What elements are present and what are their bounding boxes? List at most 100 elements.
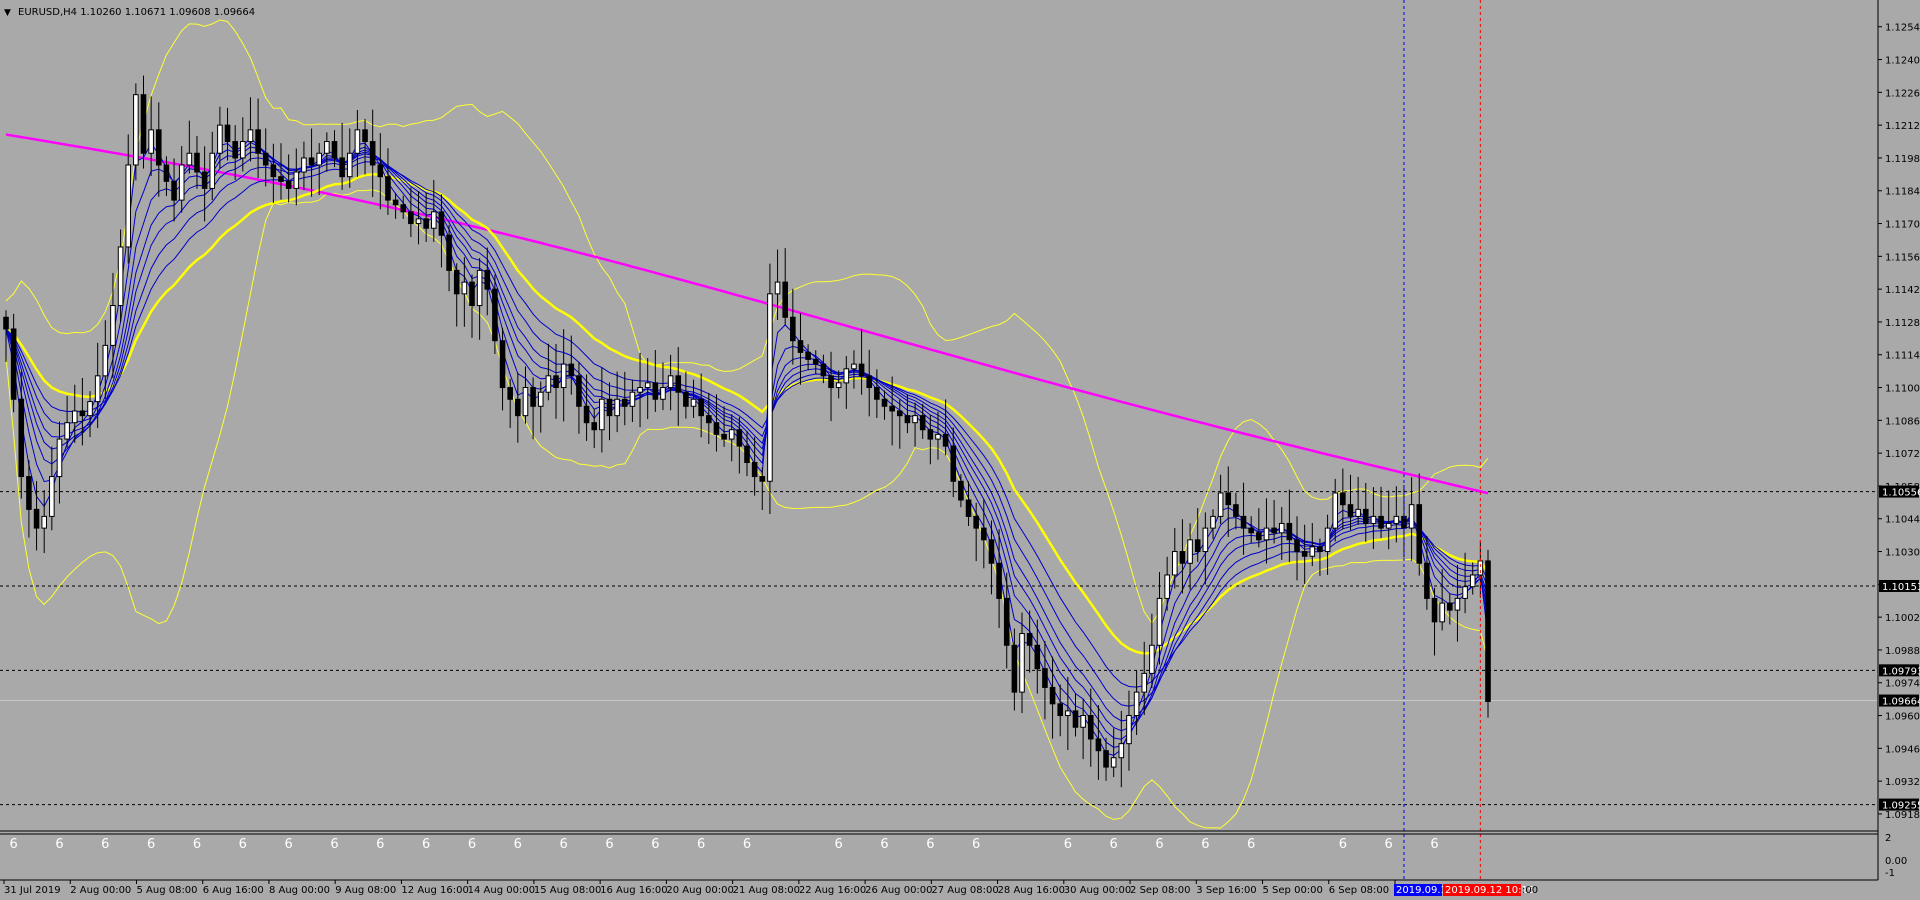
candle-body (1133, 691, 1140, 717)
subwindow-scale-label: 0.00 (1885, 856, 1907, 867)
candle-body (1362, 508, 1369, 524)
price-tag-label: 1.10556 (1882, 488, 1920, 499)
candle-body (1034, 644, 1041, 670)
candle-body (18, 398, 25, 478)
candle-body (392, 199, 399, 206)
price-tick-label: 1.10020 (1885, 613, 1920, 624)
candle-body (1011, 644, 1018, 693)
candle-body (927, 429, 934, 440)
candle-body (675, 375, 682, 393)
candle-body (415, 218, 422, 225)
chart-title: EURUSD,H4 1.10260 1.10671 1.09608 1.0966… (18, 7, 255, 18)
time-tick-label: 12 Aug 16:00 (401, 885, 468, 896)
candle-body (1042, 668, 1048, 688)
candle-body (3, 316, 9, 330)
price-tick-label: 1.11840 (1885, 187, 1920, 198)
candle-body (301, 157, 307, 173)
candle-body (782, 281, 788, 318)
candle-body (499, 340, 506, 389)
fan-ema-line (5, 161, 1489, 688)
time-tick-label: 5 Sep 00:00 (1263, 885, 1323, 896)
price-tick-label: 1.11560 (1885, 252, 1920, 263)
collapse-arrow-icon[interactable]: ▼ (4, 8, 11, 18)
subwindow-marker: 6 (376, 837, 384, 852)
subwindow-marker: 6 (972, 837, 980, 852)
candle-body (706, 415, 712, 424)
candle-body (41, 515, 47, 529)
candle-body (568, 363, 575, 377)
candle-body (744, 445, 750, 464)
price-tick-label: 1.09180 (1885, 810, 1920, 821)
candle-body (858, 363, 865, 377)
candle-body (316, 152, 322, 166)
candle-body (79, 410, 86, 417)
candle-body (1080, 715, 1086, 728)
candle-body (537, 391, 544, 407)
candle-body (71, 410, 78, 424)
candle-body (461, 281, 468, 295)
candle-body (866, 375, 873, 389)
candle-body (1019, 633, 1025, 693)
candle-body (1385, 522, 1392, 529)
candle-body (583, 405, 590, 424)
time-scale[interactable]: 31 Jul 2019 2 Aug 00:00 5 Aug 08:00 6 Aug 1… (3, 880, 1538, 896)
candle-body (110, 305, 116, 346)
subwindow-marker: 6 (1339, 837, 1347, 852)
candle-body (1278, 522, 1285, 534)
candle-body (1126, 715, 1132, 745)
candle-body (828, 375, 834, 389)
price-tick-label: 1.10720 (1885, 449, 1920, 460)
price-tag-label: 1.09255 (1882, 801, 1920, 812)
candle-body (1072, 710, 1079, 728)
candle-body (423, 218, 429, 229)
subwindow-marker: 6 (422, 837, 430, 852)
candle-body (958, 480, 964, 501)
price-tick-label: 1.09880 (1885, 646, 1920, 657)
candle-body (1447, 602, 1453, 611)
candle-body (492, 288, 498, 342)
time-tick-label: 30 Aug 00:00 (1064, 885, 1131, 896)
subwindow-marker: 6 (1155, 837, 1163, 852)
candle-body (881, 398, 888, 407)
candle-body (10, 328, 17, 400)
candle-body (148, 129, 154, 154)
slow-ma-line (5, 173, 1490, 655)
candle-body (331, 141, 338, 159)
candle-body (1172, 551, 1178, 576)
time-tick-label: 26 Aug 00:00 (865, 885, 932, 896)
price-tick-label: 1.09320 (1885, 777, 1920, 788)
candle-body (201, 171, 208, 189)
candle-body (163, 164, 170, 182)
price-chart[interactable]: ▼ EURUSD,H4 1.10260 1.10671 1.09608 1.09… (0, 0, 1920, 900)
candle-body (1462, 586, 1468, 599)
candle-body (851, 363, 857, 370)
time-tick-label: 8 Aug 00:00 (269, 885, 330, 896)
candle-body (1256, 532, 1262, 541)
candle-body (767, 293, 773, 482)
candle-body (240, 141, 246, 159)
indicator-subwindow: 6 6 6 6 6 6 6 6 6 6 6 6 6 6 6 6 6 6 6 6 6 6 6 6 6 6 6 6 6 2 0.00-1 (9, 833, 1907, 879)
level-lines (0, 491, 1878, 806)
subwindow-marker: 6 (1201, 837, 1209, 852)
candle-body (194, 152, 200, 173)
candle-body (1317, 546, 1323, 553)
price-tick-label: 1.10860 (1885, 416, 1920, 427)
candle-body (874, 387, 880, 400)
subwindow-marker: 6 (926, 837, 934, 852)
candle-body (140, 94, 147, 154)
candle-body (408, 211, 414, 225)
candle-body (553, 375, 559, 389)
subwindow-scale-label: -1 (1885, 868, 1895, 879)
candle-body (1378, 515, 1384, 529)
time-tick-label: 5 Aug 08:00 (136, 885, 197, 896)
time-tick-label: 3 Sep 16:00 (1196, 885, 1256, 896)
candle-body (1332, 492, 1339, 529)
candle-body (1347, 504, 1354, 517)
subwindow-marker: 6 (651, 837, 659, 852)
candle-body (484, 269, 491, 290)
candle-body (362, 129, 368, 143)
candle-body (774, 281, 781, 295)
candle-body (247, 129, 254, 143)
candle-body (354, 129, 361, 154)
candle-body (1210, 515, 1216, 529)
